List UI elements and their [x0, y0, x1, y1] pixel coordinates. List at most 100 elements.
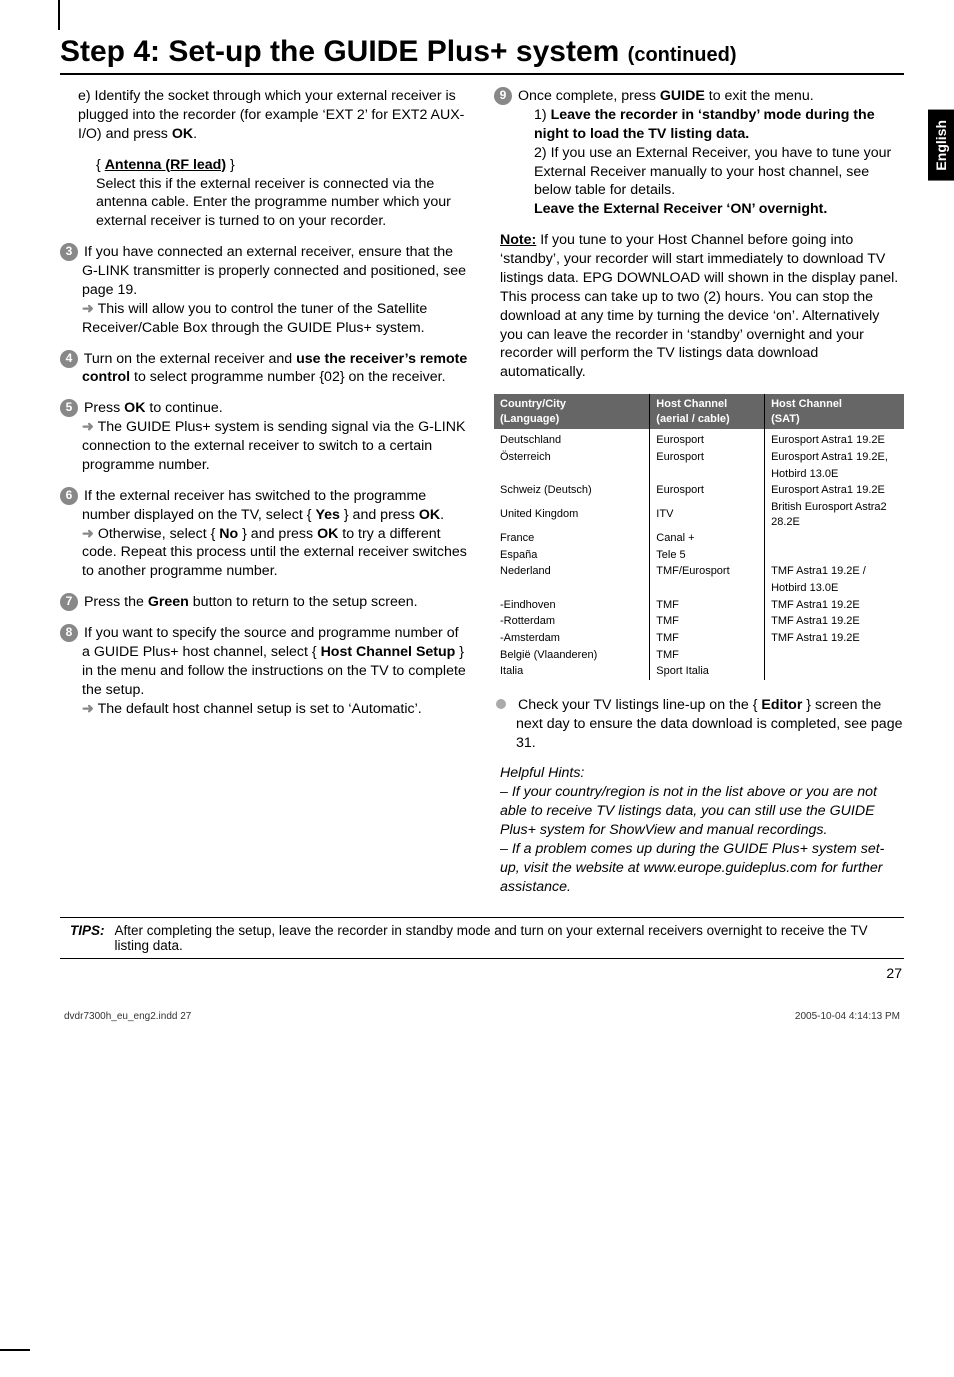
bullet-5: 5: [60, 399, 78, 417]
cell: United Kingdom: [494, 499, 650, 530]
page-title: Step 4: Set-up the GUIDE Plus+ system (c…: [60, 35, 904, 69]
cell: -Rotterdam: [494, 613, 650, 630]
s9-i2b: Leave the External Receiver ‘ON’ overnig…: [534, 201, 827, 217]
s8-sub: The default host channel setup is set to…: [94, 701, 422, 717]
antenna-text: Select this if the external receiver is …: [96, 176, 451, 230]
cell: -Eindhoven: [494, 597, 650, 614]
cell: Eurosport: [650, 449, 765, 466]
right-column: 9 Once complete, press GUIDE to exit the…: [494, 87, 904, 909]
cell: Schweiz (Deutsch): [494, 482, 650, 499]
cell: België (Vlaanderen): [494, 647, 650, 664]
bullet-3: 3: [60, 243, 78, 261]
ok: OK: [172, 126, 193, 142]
cell: [765, 530, 904, 547]
table-row: ItaliaSport Italia: [494, 663, 904, 680]
s8-bold: Host Channel Setup: [321, 644, 456, 660]
arrow-icon: ➜: [82, 526, 94, 542]
cell: [765, 663, 904, 680]
table-row: ÖsterreichEurosportEurosport Astra1 19.2…: [494, 449, 904, 466]
tips-label: TIPS:: [70, 923, 115, 953]
bullet-9: 9: [494, 87, 512, 105]
cell: British Eurosport Astra2 28.2E: [765, 499, 904, 530]
cell: TMF Astra1 19.2E: [765, 597, 904, 614]
s4-pre: Turn on the external receiver and: [84, 351, 296, 367]
at1: Otherwise, select {: [94, 526, 219, 542]
note-head: Note:: [500, 232, 536, 248]
hints-l1: – If your country/region is not in the l…: [500, 784, 877, 838]
note-body: If you tune to your Host Channel before …: [500, 232, 898, 380]
page: English Step 4: Set-up the GUIDE Plus+ s…: [0, 0, 954, 1377]
period: .: [193, 126, 197, 142]
s5-post: to continue.: [145, 400, 222, 416]
cell: ITV: [650, 499, 765, 530]
cell: -Amsterdam: [494, 630, 650, 647]
cell: [494, 466, 650, 483]
ok: OK: [419, 507, 440, 523]
check-bold: Editor: [761, 697, 802, 713]
arrow-icon: ➜: [82, 301, 94, 317]
bullet-7: 7: [60, 593, 78, 611]
cell: Eurosport Astra1 19.2E: [765, 482, 904, 499]
step-7: 7 Press the Green button to return to th…: [60, 593, 470, 612]
cell: [765, 647, 904, 664]
table-row: DeutschlandEurosportEurosport Astra1 19.…: [494, 429, 904, 449]
antenna-block: { Antenna (RF lead) } Select this if the…: [60, 156, 470, 232]
no: No: [219, 526, 238, 542]
cell: Eurosport: [650, 429, 765, 449]
cell: Nederland: [494, 563, 650, 580]
footer: dvdr7300h_eu_eng2.indd 27 2005-10-04 4:1…: [60, 1011, 904, 1022]
s9-pre: Once complete, press: [518, 88, 660, 104]
s9-i2pre: If you use an External Receiver, you hav…: [534, 145, 891, 199]
title-rule: [60, 73, 904, 75]
th-country: Country/City(Language): [494, 394, 650, 429]
hints-block: Helpful Hints: – If your country/region …: [494, 764, 904, 896]
cell: [650, 466, 765, 483]
note-block: Note: If you tune to your Host Channel b…: [494, 231, 904, 382]
item-e: e) Identify the socket through which you…: [60, 87, 470, 144]
arrow-icon: ➜: [82, 419, 94, 435]
antenna-heading: Antenna (RF lead): [105, 157, 226, 173]
yes: Yes: [315, 507, 339, 523]
cell: Eurosport Astra1 19.2E,: [765, 449, 904, 466]
table-row: FranceCanal +: [494, 530, 904, 547]
table-row: -RotterdamTMFTMF Astra1 19.2E: [494, 613, 904, 630]
table-row: Hotbird 13.0E: [494, 580, 904, 597]
s9-post: to exit the menu.: [705, 88, 814, 104]
cell: Tele 5: [650, 547, 765, 564]
table-row: Schweiz (Deutsch)EurosportEurosport Astr…: [494, 482, 904, 499]
left-column: e) Identify the socket through which you…: [60, 87, 470, 909]
step-8: 8 If you want to specify the source and …: [60, 624, 470, 718]
tips-bar: TIPS: After completing the setup, leave …: [60, 917, 904, 959]
cell: Eurosport Astra1 19.2E: [765, 429, 904, 449]
cell: Deutschland: [494, 429, 650, 449]
s9-item1: 1) Leave the recorder in ‘standby’ mode …: [516, 106, 904, 144]
table-row: -AmsterdamTMFTMF Astra1 19.2E: [494, 630, 904, 647]
title-main: Step 4: Set-up the GUIDE Plus+ system: [60, 35, 619, 68]
text: e) Identify the socket through which you…: [78, 88, 464, 142]
cell: TMF Astra1 19.2E /: [765, 563, 904, 580]
cell: Hotbird 13.0E: [765, 580, 904, 597]
s3-sub: This will allow you to control the tuner…: [82, 301, 427, 336]
cell: Italia: [494, 663, 650, 680]
ok2: OK: [317, 526, 338, 542]
s5-ok: OK: [124, 400, 145, 416]
cell: [494, 580, 650, 597]
s9-i1b: Leave the recorder in ‘standby’ mode dur…: [534, 107, 875, 142]
cell: TMF: [650, 630, 765, 647]
columns: e) Identify the socket through which you…: [60, 87, 904, 909]
cell: Hotbird 13.0E: [765, 466, 904, 483]
bullet-6: 6: [60, 487, 78, 505]
s7-pre: Press the: [84, 594, 148, 610]
cell: [650, 580, 765, 597]
t2: } and press: [340, 507, 419, 523]
check-block: Check your TV listings line-up on the { …: [494, 696, 904, 753]
bullet-disc: [496, 699, 506, 709]
s4-post: to select programme number {02} on the r…: [130, 369, 445, 385]
footer-left: dvdr7300h_eu_eng2.indd 27: [64, 1011, 191, 1022]
p: .: [440, 507, 444, 523]
host-channel-table: Country/City(Language) Host Channel(aeri…: [494, 394, 904, 680]
cell: France: [494, 530, 650, 547]
s7-green: Green: [148, 594, 189, 610]
s7-post: button to return to the setup screen.: [189, 594, 418, 610]
title-continued: (continued): [628, 44, 737, 66]
